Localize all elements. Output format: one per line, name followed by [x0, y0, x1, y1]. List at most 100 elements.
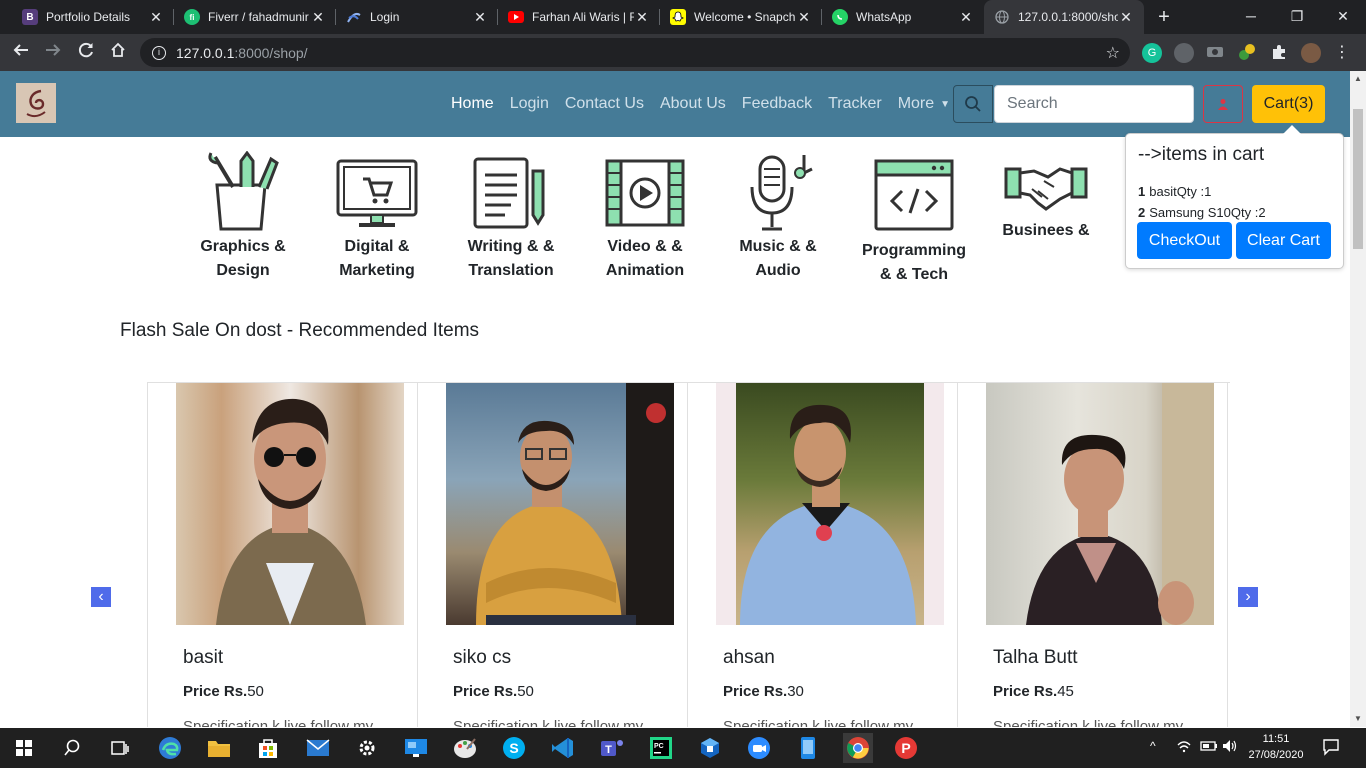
- clear-cart-button[interactable]: Clear Cart: [1236, 222, 1331, 259]
- tab-fiverr[interactable]: fi Fiverr / fahadmunir ✕: [174, 0, 336, 34]
- category-video-animation[interactable]: Video & & Animation: [575, 151, 715, 283]
- system-clock[interactable]: 11:51 27/08/2020: [1246, 731, 1306, 763]
- zoom-icon[interactable]: [745, 734, 773, 762]
- tab-login[interactable]: Login ✕: [336, 0, 498, 34]
- minimize-icon[interactable]: ─: [1228, 0, 1274, 32]
- youtube-icon: [508, 11, 524, 23]
- category-business[interactable]: Businees &: [976, 151, 1116, 243]
- mail-icon[interactable]: [304, 734, 332, 762]
- tab-portfolio-details[interactable]: B Portfolio Details ✕: [12, 0, 174, 34]
- store-icon[interactable]: [254, 734, 282, 762]
- phone-icon[interactable]: [794, 734, 822, 762]
- category-label-line1: Graphics &: [200, 238, 286, 255]
- home-icon[interactable]: [105, 40, 131, 66]
- psiphon-icon[interactable]: P: [892, 734, 920, 762]
- nav-link-feedback[interactable]: Feedback: [742, 95, 812, 113]
- forward-arrow-icon[interactable]: [40, 40, 66, 66]
- nav-dropdown-more[interactable]: More ▼: [898, 95, 950, 113]
- nav-link-contact-us[interactable]: Contact Us: [565, 95, 644, 113]
- close-icon[interactable]: ✕: [1118, 9, 1134, 26]
- new-tab-plus-icon[interactable]: +: [1152, 5, 1176, 29]
- nav-link-tracker[interactable]: Tracker: [828, 95, 882, 113]
- close-icon[interactable]: ✕: [958, 9, 974, 26]
- close-icon[interactable]: ✕: [310, 9, 326, 26]
- tab-shop-active[interactable]: 127.0.0.1:8000/shop/ ✕: [984, 0, 1144, 34]
- wifi-icon[interactable]: [1176, 739, 1192, 768]
- product-image[interactable]: [446, 383, 674, 625]
- scroll-up-icon[interactable]: ▲: [1353, 74, 1363, 84]
- paint-icon[interactable]: [451, 734, 479, 762]
- bookmark-star-icon[interactable]: ☆: [1106, 43, 1120, 63]
- remote-desktop-icon[interactable]: [402, 734, 430, 762]
- pycharm-icon[interactable]: PC: [647, 734, 675, 762]
- battery-icon[interactable]: [1200, 740, 1218, 768]
- checkout-button[interactable]: CheckOut: [1137, 222, 1232, 259]
- back-arrow-icon[interactable]: [8, 40, 34, 66]
- category-programming-tech[interactable]: Programming & & Tech: [844, 151, 984, 287]
- category-label-line1: Programming: [861, 242, 966, 259]
- page-scrollbar[interactable]: ▲ ▼: [1350, 71, 1366, 727]
- category-label-line2: Translation: [468, 262, 554, 279]
- product-image[interactable]: [716, 383, 944, 625]
- teams-icon[interactable]: T: [598, 734, 626, 762]
- product-image[interactable]: [986, 383, 1214, 625]
- task-view-icon[interactable]: [106, 734, 134, 762]
- camera-icon[interactable]: [1205, 43, 1225, 63]
- tab-youtube[interactable]: Farhan Ali Waris | F ✕: [498, 0, 660, 34]
- search-button[interactable]: [953, 85, 993, 123]
- tab-snapchat[interactable]: Welcome • Snapch ✕: [660, 0, 822, 34]
- product-card[interactable]: Talha Butt Price Rs.45 Specification k l…: [958, 383, 1228, 727]
- reload-icon[interactable]: [73, 40, 99, 66]
- cart-button[interactable]: Cart(3): [1252, 85, 1325, 123]
- color-picker-icon[interactable]: [1237, 43, 1257, 63]
- cart-item-index: 1: [1138, 184, 1146, 199]
- product-card[interactable]: basit Price Rs.50 Specification k liye f…: [148, 383, 418, 727]
- scroll-down-icon[interactable]: ▼: [1353, 714, 1363, 724]
- category-digital-marketing[interactable]: Digital & Marketing: [307, 151, 447, 283]
- chrome-icon[interactable]: [843, 733, 873, 763]
- address-bar[interactable]: i 127.0.0.1:8000/shop/ ☆: [140, 38, 1130, 67]
- category-graphics-design[interactable]: Graphics & Design: [173, 151, 313, 283]
- search-input[interactable]: [994, 85, 1194, 123]
- site-logo[interactable]: [16, 83, 56, 123]
- scroll-thumb[interactable]: [1353, 109, 1363, 249]
- restore-icon[interactable]: ❐: [1274, 0, 1320, 32]
- skype-icon[interactable]: S: [500, 734, 528, 762]
- close-icon[interactable]: ✕: [796, 9, 812, 26]
- tray-chevron-up-icon[interactable]: ^: [1150, 739, 1156, 768]
- windows-start-icon[interactable]: [10, 734, 38, 762]
- tab-whatsapp[interactable]: WhatsApp ✕: [822, 0, 984, 34]
- nav-link-home[interactable]: Home: [451, 95, 494, 113]
- file-explorer-icon[interactable]: [205, 734, 233, 762]
- product-card[interactable]: siko cs Price Rs.50 Specification k liye…: [418, 383, 688, 727]
- nav-link-login[interactable]: Login: [510, 95, 549, 113]
- tab-title: 127.0.0.1:8000/shop/: [1018, 10, 1118, 24]
- close-icon[interactable]: ✕: [634, 9, 650, 26]
- info-icon[interactable]: i: [152, 45, 166, 60]
- vscode-icon[interactable]: [549, 734, 577, 762]
- close-icon[interactable]: ✕: [472, 9, 488, 26]
- virtualbox-icon[interactable]: [696, 734, 724, 762]
- category-music-audio[interactable]: Music & & Audio: [708, 151, 848, 283]
- carousel-next-icon[interactable]: ›: [1238, 587, 1258, 607]
- volume-icon[interactable]: [1222, 739, 1238, 768]
- menu-kebab-icon[interactable]: ⋮: [1332, 43, 1352, 63]
- category-writing-translation[interactable]: Writing & & Translation: [441, 151, 581, 283]
- notifications-icon[interactable]: [1322, 738, 1340, 768]
- product-card[interactable]: ahsan Price Rs.30 Specification k liye f…: [688, 383, 958, 727]
- profile-avatar[interactable]: [1301, 43, 1321, 63]
- product-image[interactable]: [176, 383, 404, 625]
- search-icon[interactable]: [58, 734, 86, 762]
- grammarly-icon[interactable]: G: [1142, 43, 1162, 63]
- handshake-icon: [1004, 167, 1088, 211]
- extension-shield-icon[interactable]: [1174, 43, 1194, 63]
- carousel-prev-icon[interactable]: ‹: [91, 587, 111, 607]
- settings-icon[interactable]: [353, 734, 381, 762]
- edge-icon[interactable]: [156, 734, 184, 762]
- close-icon[interactable]: ✕: [148, 9, 164, 26]
- user-button[interactable]: [1203, 85, 1243, 123]
- puzzle-extensions-icon[interactable]: [1269, 43, 1289, 63]
- close-window-icon[interactable]: ✕: [1320, 0, 1366, 32]
- nav-link-about-us[interactable]: About Us: [660, 95, 726, 113]
- code-window-icon: [874, 159, 954, 231]
